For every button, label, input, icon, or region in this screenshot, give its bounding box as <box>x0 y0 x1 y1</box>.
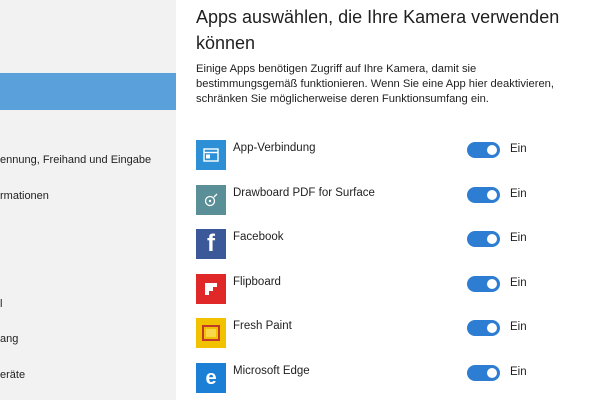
toggle-state-label: Ein <box>510 366 527 378</box>
flipboard-icon <box>196 274 226 304</box>
sidebar-item-4[interactable]: l <box>0 298 176 316</box>
sidebar-item-label: ennung, Freihand und Eingabe <box>0 154 152 166</box>
facebook-glyph: f <box>207 230 215 257</box>
app-name: Fresh Paint <box>233 320 292 332</box>
app-row-app-verbindung: App-Verbindung Ein <box>196 140 596 170</box>
app-name: App-Verbindung <box>233 142 316 154</box>
sidebar-item-camera-selected[interactable] <box>0 73 176 110</box>
toggle-state-label: Ein <box>510 277 527 289</box>
toggle-state-label: Ein <box>510 143 527 155</box>
fresh-paint-icon <box>196 318 226 348</box>
sidebar-item-account-info[interactable]: rmationen <box>0 190 176 208</box>
sidebar-item-other-devices[interactable]: eräte <box>0 369 176 387</box>
camera-toggle-microsoft-edge[interactable] <box>467 365 500 381</box>
facebook-icon: f <box>196 229 226 259</box>
toggle-state-label: Ein <box>510 232 527 244</box>
app-connector-icon <box>196 140 226 170</box>
app-name: Facebook <box>233 231 284 243</box>
main-panel: Apps auswählen, die Ihre Kamera verwende… <box>176 0 600 400</box>
sidebar-item-label: ang <box>0 333 19 345</box>
sidebar-item-5[interactable]: ang <box>0 333 176 351</box>
page-description: Einige Apps benötigen Zugriff auf Ihre K… <box>196 63 554 105</box>
sidebar-item-label: eräte <box>0 369 26 381</box>
camera-toggle-app-verbindung[interactable] <box>467 142 500 158</box>
camera-toggle-drawboard[interactable] <box>467 187 500 203</box>
toggle-knob <box>487 323 497 333</box>
app-row-flipboard: Flipboard Ein <box>196 274 596 304</box>
sidebar-item-speech-inking-typing[interactable]: ennung, Freihand und Eingabe <box>0 154 176 172</box>
settings-sidebar: ennung, Freihand und Eingabe rmationen l… <box>0 0 176 400</box>
toggle-knob <box>487 279 497 289</box>
toggle-state-label: Ein <box>510 321 527 333</box>
toggle-knob <box>487 234 497 244</box>
app-name: Microsoft Edge <box>233 365 310 377</box>
sidebar-item-label: l <box>0 298 3 310</box>
toggle-state-label: Ein <box>510 188 527 200</box>
page-heading: Apps auswählen, die Ihre Kamera verwende… <box>196 7 560 53</box>
camera-toggle-facebook[interactable] <box>467 231 500 247</box>
drawboard-icon <box>196 185 226 215</box>
app-row-facebook: f Facebook Ein <box>196 229 596 259</box>
edge-icon: e <box>196 363 226 393</box>
app-name: Flipboard <box>233 276 281 288</box>
camera-toggle-flipboard[interactable] <box>467 276 500 292</box>
toggle-knob <box>487 190 497 200</box>
app-row-drawboard: Drawboard PDF for Surface Ein <box>196 185 596 215</box>
edge-glyph: e <box>205 367 217 389</box>
sidebar-item-label: rmationen <box>0 190 49 202</box>
app-row-microsoft-edge: e Microsoft Edge Ein <box>196 363 596 393</box>
toggle-knob <box>487 368 497 378</box>
camera-toggle-fresh-paint[interactable] <box>467 320 500 336</box>
app-name: Drawboard PDF for Surface <box>233 187 375 199</box>
app-row-fresh-paint: Fresh Paint Ein <box>196 318 596 348</box>
toggle-knob <box>487 145 497 155</box>
